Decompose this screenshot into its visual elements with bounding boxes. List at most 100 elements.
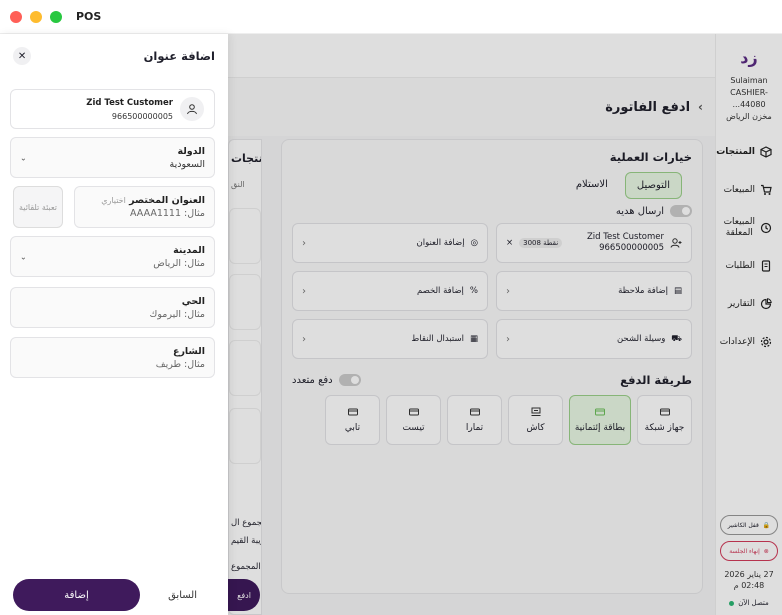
short-address-label: العنوان المختصر xyxy=(129,195,205,206)
gift-toggle-row: ارسال هديه xyxy=(292,205,692,217)
nav-item-sales[interactable]: المبيعات xyxy=(716,171,782,209)
chevron-down-icon: ⌄ xyxy=(20,153,27,162)
multi-pay-toggle[interactable] xyxy=(338,374,361,386)
nav-item-label: المبيعات xyxy=(723,185,755,195)
short-address-placeholder: مثال: AAAA1111 xyxy=(130,208,205,219)
street-label: الشارع xyxy=(172,346,205,357)
product-placeholder[interactable] xyxy=(229,408,261,464)
autofill-button[interactable]: تعبئة تلقائية xyxy=(13,186,63,228)
cashier-id: CASHIER-44080... xyxy=(730,88,768,109)
customer-name: Zid Test Customer xyxy=(586,232,664,242)
add-note-label: إضافة ملاحظة xyxy=(618,286,668,296)
maximize-window-button[interactable] xyxy=(50,10,62,23)
payment-label: جهاز شبكة xyxy=(644,423,685,433)
nav-item-reports[interactable]: التقارير xyxy=(716,285,782,323)
multi-pay-row: دفع متعدد xyxy=(292,374,361,386)
district-field[interactable]: الحي مثال: اليرموك xyxy=(10,287,215,328)
payment-cash[interactable]: كاش xyxy=(508,395,563,445)
minimize-window-button[interactable] xyxy=(30,10,42,23)
city-placeholder: مثال: الرياض xyxy=(153,258,205,269)
add-address-label: إضافة العنوان xyxy=(416,238,465,248)
user-icon xyxy=(180,97,204,121)
redeem-points-label: استبدال النقاط xyxy=(411,334,464,344)
payment-label: تيست xyxy=(402,423,425,433)
payment-test[interactable]: تيست xyxy=(386,395,441,445)
drawer-footer: السابق إضافة xyxy=(13,579,215,611)
gift-label: ارسال هديه xyxy=(615,205,664,217)
nav-item-products[interactable]: المنتجات xyxy=(716,133,782,171)
products-title: منتجات xyxy=(231,152,261,165)
payment-network-device[interactable]: جهاز شبكة xyxy=(637,395,692,445)
payment-tamara[interactable]: تمارا xyxy=(447,395,502,445)
shipping-label: وسيلة الشحن xyxy=(616,334,666,344)
city-label: المدينة xyxy=(173,245,205,256)
current-time: 02:48 م xyxy=(733,581,765,590)
user-name: Sulaiman xyxy=(730,76,768,85)
payment-title: طريقة الدفع xyxy=(620,373,692,387)
note-icon: ▤ xyxy=(673,286,682,296)
page-header: › ادفع الفاتورة xyxy=(228,78,715,136)
gift-toggle[interactable] xyxy=(670,205,692,217)
remove-customer-icon[interactable]: × xyxy=(506,238,513,248)
customer-phone: 966500000005 xyxy=(599,243,664,253)
cash-register-icon xyxy=(531,407,540,416)
window-titlebar: POS xyxy=(0,0,782,34)
tab-delivery[interactable]: التوصيل xyxy=(624,172,682,199)
short-address-field[interactable]: العنوان المختصر اختياري مثال: AAAA1111 xyxy=(74,186,215,228)
shipping-method-card[interactable]: ⛟ وسيلة الشحن ‹ xyxy=(496,319,692,359)
customer-field: Zid Test Customer 966500000005 xyxy=(10,89,215,129)
connection-status: متصل الآن xyxy=(716,599,782,607)
products-panel: منتجات النق المجموع ال ضريبة القيم المجم… xyxy=(228,139,262,615)
card-icon xyxy=(469,408,480,416)
top-bar xyxy=(228,34,715,78)
lock-cashier-button[interactable]: 🔒 قفل الكاشير xyxy=(720,515,778,535)
add-button[interactable]: إضافة xyxy=(13,579,140,611)
product-placeholder[interactable] xyxy=(229,340,261,396)
product-placeholder[interactable] xyxy=(229,208,261,264)
nav-item-settings[interactable]: الإعدادات xyxy=(716,323,782,361)
close-icon[interactable]: ✕ xyxy=(13,47,31,65)
add-address-card[interactable]: ◎ إضافة العنوان ‹ xyxy=(292,223,488,263)
close-window-button[interactable] xyxy=(10,10,22,23)
user-add-icon xyxy=(670,238,682,248)
status-label: متصل الآن xyxy=(738,599,769,607)
nav-item-label: المنتجات xyxy=(716,147,755,157)
chevron-right-icon[interactable]: › xyxy=(698,100,703,114)
add-note-card[interactable]: ▤ إضافة ملاحظة ‹ xyxy=(496,271,692,311)
nav-item-label: الطلبات xyxy=(725,261,755,271)
options-grid: Zid Test Customer 966500000005 نقطة 3008… xyxy=(292,223,692,359)
country-select[interactable]: الدولة السعودية ⌄ xyxy=(10,137,215,178)
card-icon xyxy=(347,408,358,416)
payment-tabby[interactable]: تابي xyxy=(325,395,380,445)
drawer-customer-phone: 966500000005 xyxy=(111,112,173,121)
ai-label: النق xyxy=(231,180,245,189)
previous-button[interactable]: السابق xyxy=(150,590,215,601)
chart-icon xyxy=(760,298,772,310)
street-field[interactable]: الشارع مثال: طريف xyxy=(10,337,215,378)
end-session-button[interactable]: ⊗ إنهاء الجلسة xyxy=(720,541,778,561)
location-pin-icon: ◎ xyxy=(470,238,478,248)
nav-item-label: التقارير xyxy=(727,299,755,309)
nav-item-label: الإعدادات xyxy=(719,337,755,347)
nav-item-orders[interactable]: الطلبات xyxy=(716,247,782,285)
multi-pay-label: دفع متعدد xyxy=(292,374,333,386)
cart-icon xyxy=(761,184,772,195)
payment-label: تابي xyxy=(344,423,361,433)
drawer-header: اضافة عنوان ✕ xyxy=(0,34,228,78)
customer-card[interactable]: Zid Test Customer 966500000005 نقطة 3008… xyxy=(496,223,692,263)
redeem-points-card[interactable]: ▦ استبدال النقاط ‹ xyxy=(292,319,488,359)
district-label: الحي xyxy=(181,296,205,307)
drawer-title: اضافة عنوان xyxy=(143,49,215,63)
current-date: 27 يناير 2026 xyxy=(724,570,774,579)
chevron-left-icon: ‹ xyxy=(302,237,306,249)
total-label: المجموع xyxy=(231,562,261,572)
main-content: › ادفع الفاتورة خيارات العملية التوصيل ا… xyxy=(228,34,715,615)
pay-button[interactable]: ادفع xyxy=(228,579,260,611)
product-placeholder[interactable] xyxy=(229,274,261,330)
optional-label: اختياري xyxy=(101,196,126,205)
city-select[interactable]: المدينة مثال: الرياض ⌄ xyxy=(10,236,215,277)
nav-item-held-sales[interactable]: المبيعات المعلقة xyxy=(716,209,782,247)
add-discount-card[interactable]: % إضافة الخصم ‹ xyxy=(292,271,488,311)
tab-pickup[interactable]: الاستلام xyxy=(565,172,619,199)
payment-credit-card[interactable]: بطاقة إئتمانية xyxy=(569,395,631,445)
